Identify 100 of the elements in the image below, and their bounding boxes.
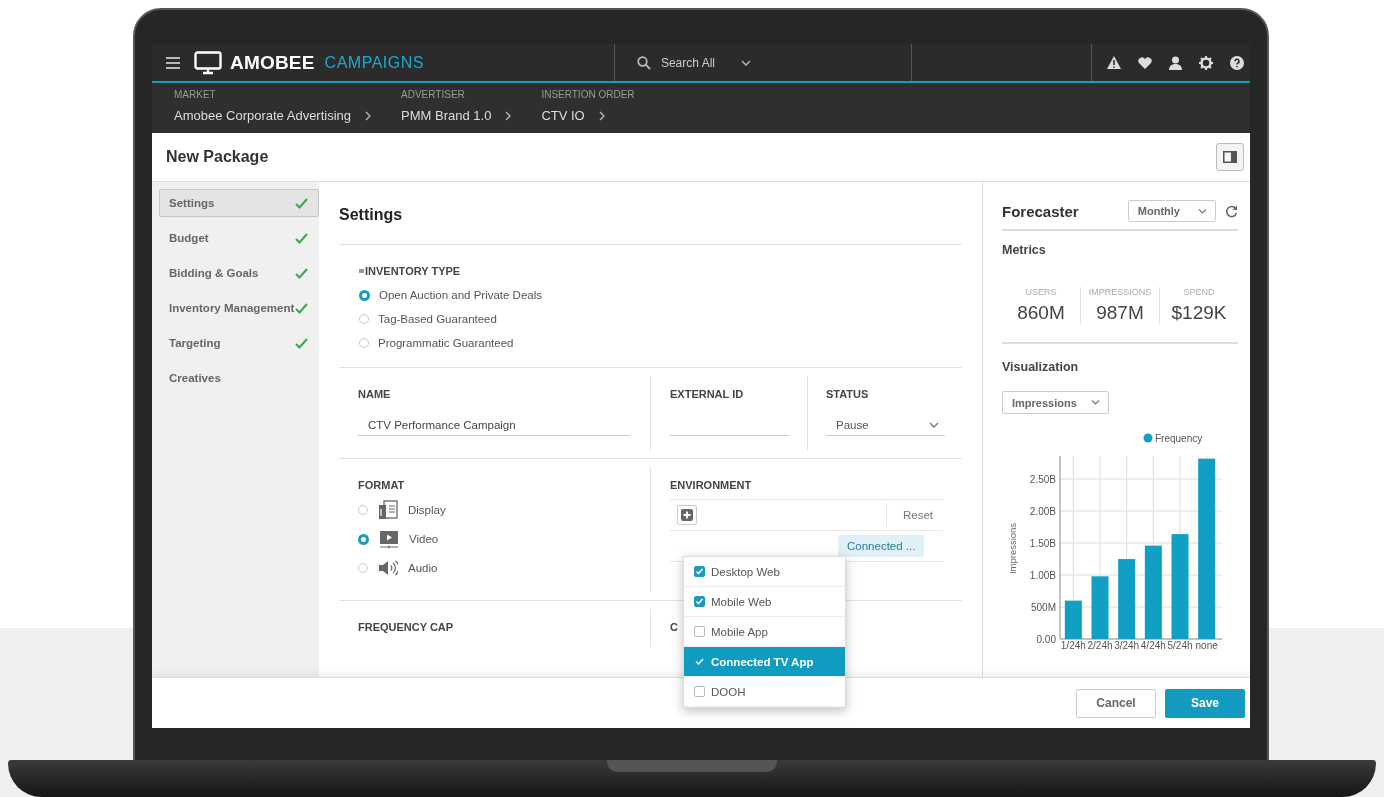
metric-label: IMPRESSIONS: [1088, 287, 1152, 297]
add-button[interactable]: [677, 505, 697, 525]
breadcrumb-label: INSERTION ORDER: [541, 89, 635, 100]
help-icon[interactable]: [1230, 55, 1244, 70]
environment-chip[interactable]: Connected ...: [838, 535, 925, 557]
speaker-icon: [378, 558, 398, 578]
legend-label: Frequency: [1155, 432, 1203, 444]
field-label: EXTERNAL ID: [670, 388, 744, 400]
metric-value: 860M: [1017, 302, 1065, 324]
chevron-down-icon[interactable]: [740, 59, 751, 66]
chevron-right-icon: [365, 110, 372, 121]
drag-handle-icon: [359, 269, 364, 273]
monitor-icon: [194, 50, 222, 75]
radio-button[interactable]: [359, 338, 369, 348]
reset-button[interactable]: Reset: [886, 503, 943, 527]
plus-icon: [681, 509, 693, 521]
field-label: STATUS: [826, 388, 869, 400]
chevron-down-icon: [1090, 400, 1100, 405]
option-label: Programmatic Guaranteed: [378, 337, 514, 349]
search-icon: [636, 55, 651, 70]
sidebar-item[interactable]: Settings: [159, 189, 319, 217]
axis-tick-label: 2.50B: [1029, 473, 1056, 485]
metric-label: SPEND: [1183, 287, 1215, 297]
axis-tick-label: 2.00B: [1029, 505, 1056, 517]
section-title: Visualization: [1002, 360, 1080, 374]
field-label: FREQUENCY CAP: [358, 621, 454, 633]
breadcrumb-link[interactable]: Amobee Corporate Advertising: [174, 108, 352, 123]
menu-icon[interactable]: [166, 56, 180, 69]
checkbox[interactable]: [694, 686, 705, 697]
radio-button[interactable]: [359, 289, 370, 301]
checkbox[interactable]: [694, 626, 705, 637]
section-title: Metrics: [1002, 243, 1047, 257]
axis-category-label: 4/24h: [1140, 640, 1166, 651]
side-panel-icon: [1223, 151, 1237, 163]
radio-button[interactable]: [359, 314, 369, 324]
chevron-right-icon: [505, 110, 512, 121]
axis-tick-label: 0.00: [1036, 633, 1056, 645]
field-label: C: [670, 621, 678, 633]
axis-category-label: 2/24h: [1087, 640, 1113, 651]
option-label: Video: [409, 533, 439, 545]
option-label: Audio: [408, 562, 438, 574]
panel-toggle-button[interactable]: [1216, 143, 1244, 171]
section-title: Settings: [339, 206, 404, 224]
option-label: Display: [408, 504, 446, 516]
checkbox[interactable]: [694, 566, 705, 577]
axis-tick-label: 500M: [1031, 601, 1056, 613]
breadcrumb-label: MARKET: [174, 89, 217, 100]
field-label: INVENTORY TYPE: [365, 265, 461, 277]
axis-tick-label: 1.50B: [1029, 537, 1056, 549]
heart-icon[interactable]: [1138, 56, 1152, 69]
save-button[interactable]: Save: [1165, 688, 1245, 718]
metric-label: USERS: [1025, 287, 1057, 297]
metric-value: $129K: [1171, 302, 1227, 324]
radio-button[interactable]: [358, 533, 369, 545]
metric-value: 987M: [1096, 302, 1144, 324]
video-player-icon: [379, 529, 399, 549]
menu-item[interactable]: Mobile Web: [684, 587, 845, 617]
sidebar-item[interactable]: Inventory Management: [159, 294, 319, 322]
sidebar-item[interactable]: Budget: [159, 224, 319, 252]
field-label: ENVIRONMENT: [670, 479, 752, 491]
chart-bar: [1064, 600, 1082, 639]
axis-tick-label: 1.00B: [1029, 569, 1056, 581]
user-icon[interactable]: [1169, 55, 1182, 70]
breadcrumb-link[interactable]: PMM Brand 1.0: [401, 108, 492, 123]
chart-bar: [1091, 576, 1109, 639]
warning-icon[interactable]: [1107, 56, 1121, 69]
menu-item[interactable]: Connected TV App: [684, 647, 845, 677]
option-label: Tag-Based Guaranteed: [378, 313, 497, 325]
field-label: NAME: [358, 388, 391, 400]
breadcrumb-link[interactable]: CTV IO: [541, 108, 585, 123]
option-label: Open Auction and Private Deals: [379, 289, 543, 301]
metric-dropdown[interactable]: Impressions: [1002, 391, 1109, 414]
sidebar-item[interactable]: Creatives: [159, 364, 319, 392]
radio-button[interactable]: [358, 505, 368, 515]
status-dropdown[interactable]: Pause: [826, 415, 945, 436]
refresh-icon[interactable]: [1225, 204, 1238, 218]
period-dropdown[interactable]: Monthly: [1127, 200, 1216, 222]
search-field[interactable]: Search All: [660, 55, 731, 70]
brand-name: AMOBEE: [230, 51, 315, 74]
breadcrumb-label: ADVERTISER: [401, 89, 466, 100]
page-title: New Package: [166, 148, 269, 166]
sidebar-item[interactable]: Targeting: [159, 329, 319, 357]
field-label: FORMAT: [358, 479, 405, 491]
sidebar-item[interactable]: Bidding & Goals: [159, 259, 319, 287]
product-name: CAMPAIGNS: [324, 53, 424, 72]
menu-item[interactable]: DOOH: [684, 677, 845, 707]
chevron-right-icon: [598, 110, 605, 121]
radio-button[interactable]: [358, 563, 368, 573]
menu-item[interactable]: Desktop Web: [684, 557, 845, 587]
settings-icon[interactable]: [1199, 55, 1213, 70]
layout-icon: [378, 500, 398, 520]
cancel-button[interactable]: Cancel: [1076, 688, 1156, 718]
chevron-down-icon: [929, 422, 939, 428]
axis-category-label: 3/24h: [1114, 640, 1140, 651]
axis-title: Impressions: [1007, 522, 1018, 575]
chevron-down-icon: [1198, 208, 1207, 214]
checkbox[interactable]: [694, 596, 705, 607]
panel-title: Forecaster: [1002, 202, 1080, 220]
axis-category-label: 5/24h: [1167, 640, 1193, 651]
axis-category-label: 1/24h: [1060, 640, 1086, 651]
